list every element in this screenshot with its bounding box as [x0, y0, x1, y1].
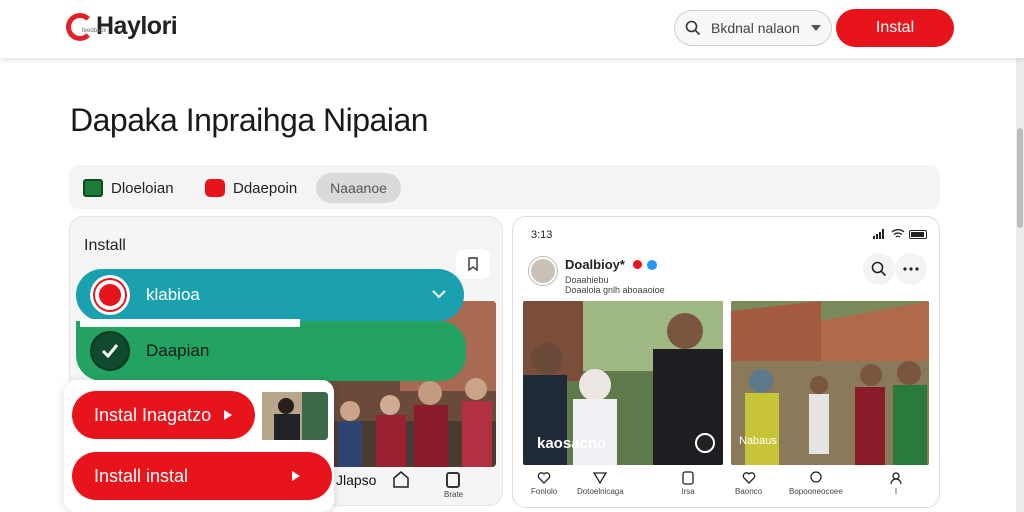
brand-logo[interactable]: Haylori — [66, 12, 178, 41]
scrollbar-thumb[interactable] — [1017, 128, 1023, 228]
filter-chip-3-selected[interactable]: Naaanoe — [316, 173, 401, 203]
bookmark-button[interactable] — [456, 249, 490, 279]
more-button[interactable] — [895, 253, 927, 285]
progress-divider — [80, 319, 300, 327]
avatar[interactable] — [529, 257, 557, 285]
phone-feed-card: 3:13 Doalbioy* Doaahiebu Doaaloia gnlh a… — [512, 216, 940, 508]
filter-label: Dloeloian — [111, 179, 174, 197]
more-icon — [903, 267, 919, 271]
status-icons — [873, 229, 927, 239]
profile-name[interactable]: Doalbioy* — [565, 257, 625, 272]
home-icon[interactable] — [392, 470, 410, 488]
app-badge-icon — [90, 275, 130, 315]
badge-icon — [695, 433, 715, 453]
top-navbar: Haylori feedback Bkdnal nalaon Instal — [0, 0, 1024, 58]
search-icon — [685, 20, 701, 36]
comment-icon — [810, 471, 822, 483]
live-dot-icon — [633, 260, 642, 269]
profile-sub-line-2: Doaaloia gnlh aboaaoioe — [565, 285, 665, 295]
play-icon — [224, 410, 232, 420]
signal-icon — [873, 229, 884, 239]
search-button[interactable] — [863, 253, 895, 285]
page-scrollbar[interactable] — [1016, 58, 1024, 512]
post-caption-2: Nabaus — [739, 435, 777, 447]
nav-item-1[interactable]: Foniolo — [531, 471, 557, 496]
profile-icon — [890, 472, 902, 485]
option-label: Daapian — [146, 341, 210, 360]
install-integrator-button[interactable]: Instal Inagatzo — [72, 391, 255, 439]
bookmark-icon — [682, 471, 694, 485]
send-icon — [593, 472, 608, 485]
button-label: Instal Inagatzo — [94, 404, 212, 425]
card-heading: Install — [84, 237, 126, 254]
info-label: Brate — [444, 490, 464, 499]
battery-icon — [909, 229, 927, 239]
info-icon[interactable] — [446, 472, 460, 488]
wifi-icon — [891, 229, 905, 238]
bookmark-icon — [468, 257, 478, 271]
nav-label: Bopooneocoee — [789, 487, 843, 496]
page-title: Dapaka Inpraihga Nipaian — [70, 102, 429, 138]
heart-icon — [742, 472, 755, 484]
brand-name: Haylori — [96, 12, 178, 40]
install-button[interactable]: Instal — [836, 9, 954, 47]
nav-label: Irsa — [681, 487, 695, 496]
nav-item-5[interactable]: Bopooneocoee — [789, 471, 843, 496]
search-icon — [871, 261, 887, 277]
filter-bar: Dloeloian Ddaepoin Naaanoe — [69, 165, 940, 209]
verified-icon — [647, 260, 657, 270]
filter-chip-2[interactable]: Ddaepoin — [205, 173, 297, 203]
nav-label: Dotoelnicaga — [577, 487, 624, 496]
check-icon — [90, 331, 130, 371]
option-label: klabioa — [146, 285, 200, 304]
chevron-down-icon — [432, 290, 446, 299]
nav-label: I — [894, 487, 898, 496]
search-value: Bkdnal nalaon — [711, 20, 800, 36]
green-app-icon — [83, 179, 103, 197]
logo-mark-icon — [66, 12, 94, 41]
profile-sub-line-1: Doaahiebu — [565, 275, 609, 285]
button-label: Install instal — [94, 465, 189, 486]
filter-label: Naaanoe — [330, 180, 387, 196]
heart-icon — [537, 472, 551, 484]
nav-item-3[interactable]: Irsa — [681, 471, 695, 496]
nav-item-6[interactable]: I — [889, 471, 903, 496]
filter-chip-1[interactable]: Dloeloian — [83, 173, 174, 203]
status-time: 3:13 — [531, 229, 553, 241]
brand-tagline: feedback — [82, 28, 107, 34]
install-button-large[interactable]: Install instal — [72, 452, 332, 500]
search-dropdown[interactable]: Bkdnal nalaon — [674, 10, 832, 46]
nav-item-4[interactable]: Baonco — [735, 471, 762, 496]
chevron-down-icon — [811, 25, 821, 31]
post-caption-1: kaosacno — [537, 435, 607, 452]
red-app-icon — [205, 179, 225, 197]
teal-option-bar[interactable]: klabioa — [76, 269, 464, 321]
nav-item-2[interactable]: Dotoelnicaga — [577, 471, 624, 496]
filter-label: Ddaepoin — [233, 179, 298, 197]
nav-label: Baonco — [735, 487, 763, 496]
green-option-bar[interactable]: Daapian — [76, 321, 466, 381]
play-icon — [292, 471, 300, 481]
bottom-caption: Jlapso — [336, 472, 377, 488]
thumbnail-image — [262, 392, 328, 440]
nav-label: Foniolo — [531, 487, 558, 496]
profile-subtitle: Doaahiebu Doaaloia gnlh aboaaoioe — [565, 275, 665, 295]
